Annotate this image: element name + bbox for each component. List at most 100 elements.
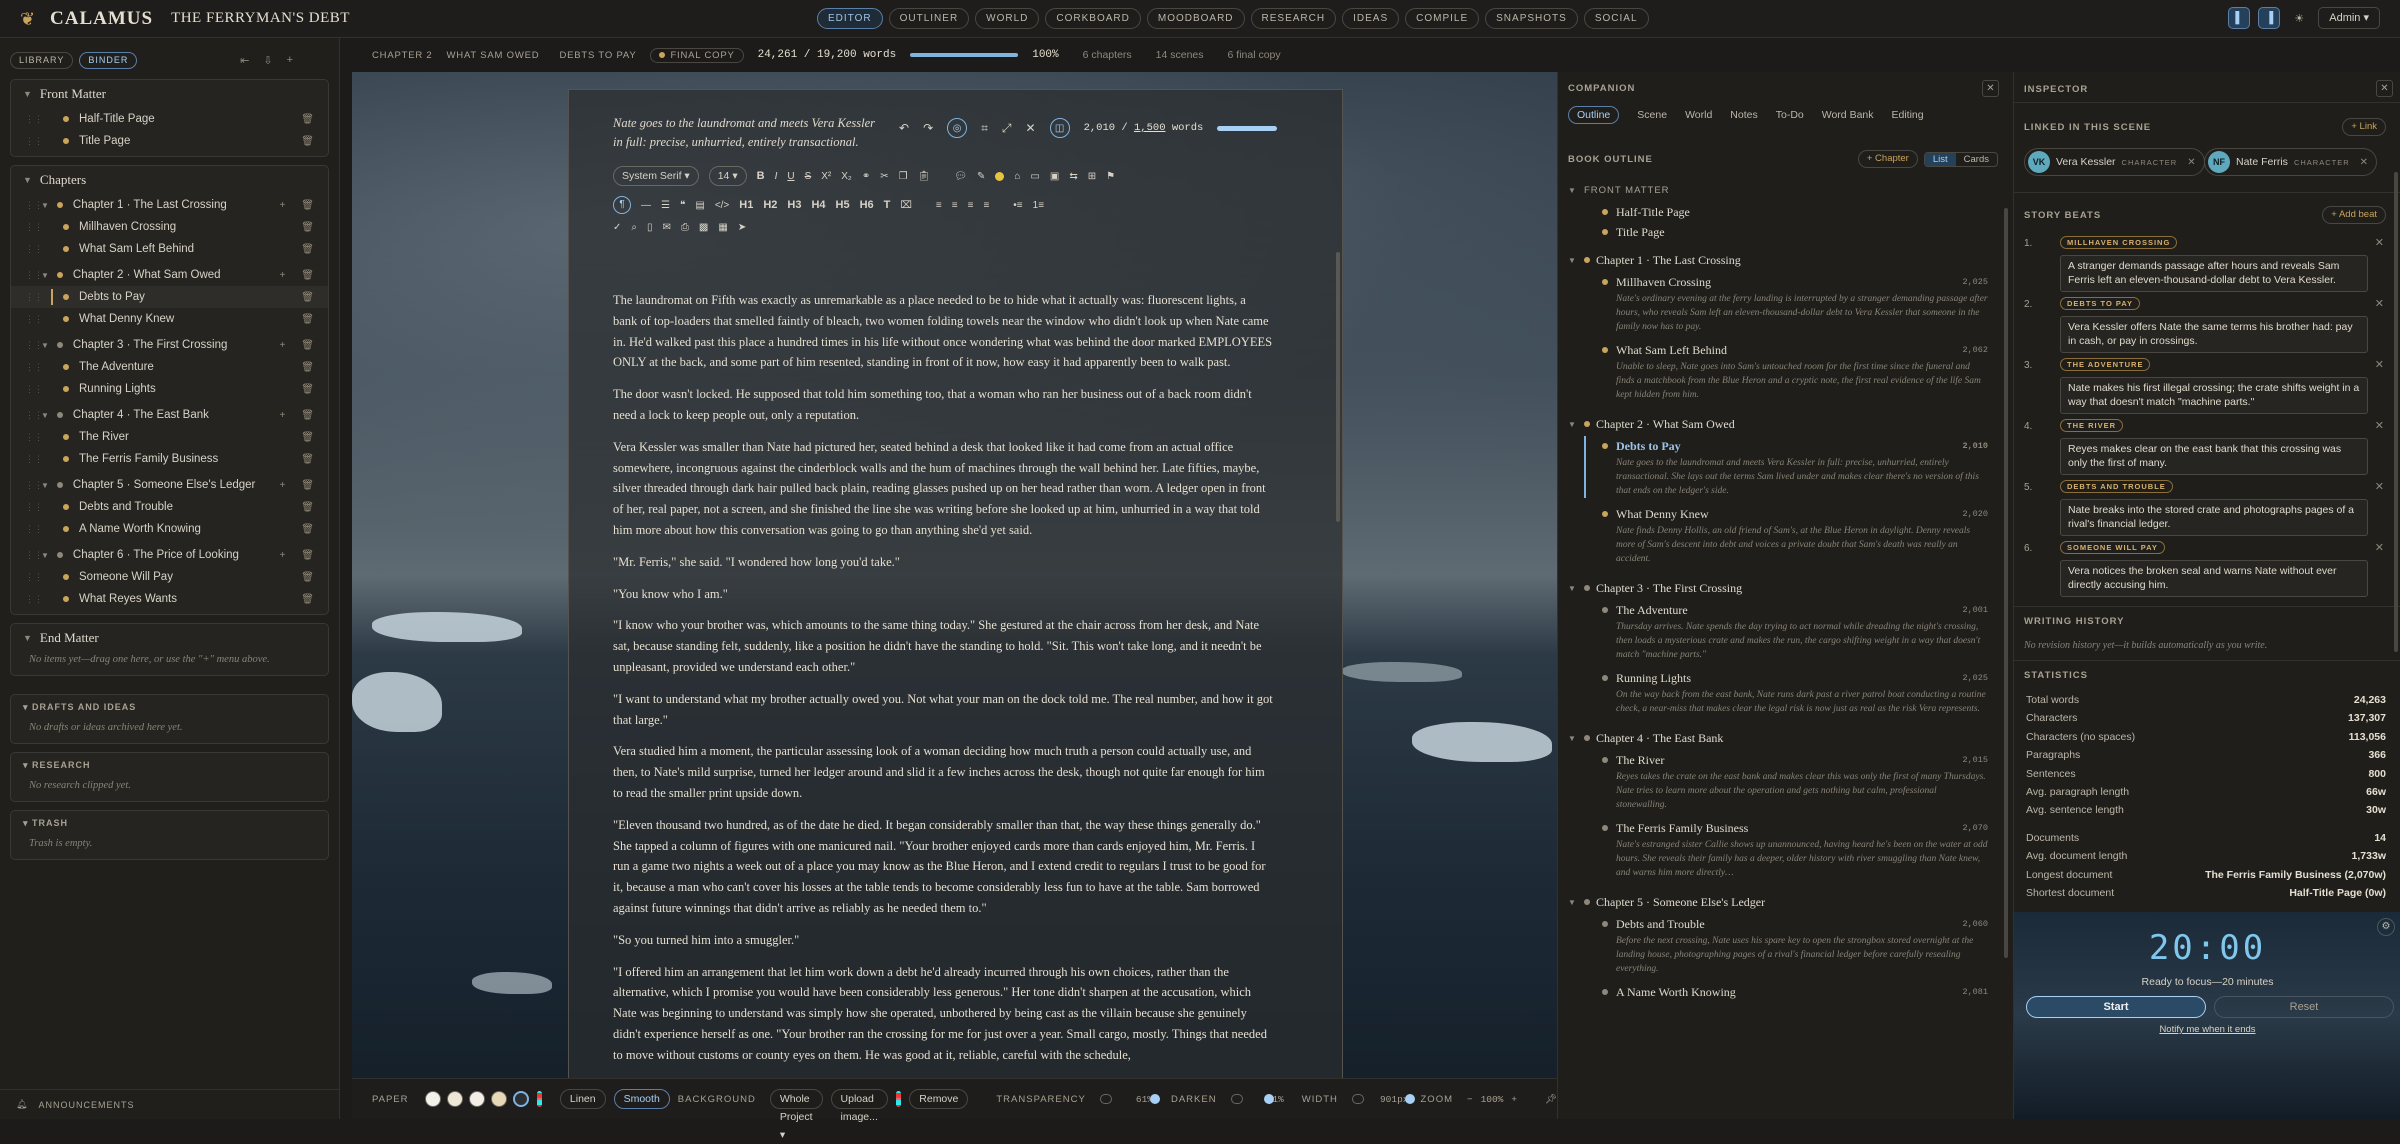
binder-chapter[interactable]: ⋮⋮ ▼ Chapter 2 · What Sam Owed + 🗑︎ bbox=[11, 264, 328, 286]
copy-icon[interactable]: ❐ bbox=[899, 171, 908, 182]
custom-color-icon[interactable] bbox=[536, 1091, 542, 1107]
binder-item[interactable]: ⋮⋮ The River 🗑︎ bbox=[11, 426, 328, 448]
timer-reset-button[interactable]: Reset bbox=[2214, 996, 2394, 1018]
manuscript-paragraph[interactable]: "You know who I am." bbox=[613, 584, 1273, 605]
beat-text-input[interactable]: Nate breaks into the stored crate and ph… bbox=[2060, 499, 2368, 536]
font-size-select[interactable]: 14 ▾ bbox=[708, 166, 747, 186]
insert-frame-icon[interactable]: ▣ bbox=[1050, 171, 1059, 182]
nav-tab-snapshots[interactable]: SNAPSHOTS bbox=[1485, 8, 1578, 29]
calendar-icon[interactable]: ▦ bbox=[718, 222, 727, 233]
beat-scene-tag[interactable]: DEBTS AND TROUBLE bbox=[2060, 480, 2173, 493]
binder-item[interactable]: ⋮⋮ Title Page 🗑︎ bbox=[11, 130, 328, 152]
binder-chapter[interactable]: ⋮⋮ ▼ Chapter 5 · Someone Else's Ledger + 🗑︎ bbox=[11, 474, 328, 496]
theme-sun-icon[interactable]: ☀ bbox=[2288, 7, 2310, 29]
focus-mode-icon[interactable]: ◎ bbox=[947, 118, 968, 138]
trash-icon[interactable]: 🗑︎ bbox=[301, 384, 314, 395]
fullscreen-icon[interactable]: ⤢ bbox=[1002, 121, 1012, 136]
companion-tab-outline[interactable]: Outline bbox=[1568, 106, 1620, 124]
trash-icon[interactable]: 🗑︎ bbox=[301, 572, 314, 583]
background-scope-select[interactable]: Whole Project ▾ bbox=[769, 1089, 823, 1141]
outline-item[interactable]: Half-Title Page bbox=[1568, 202, 1998, 222]
chevron-down-icon[interactable]: ▼ bbox=[1568, 584, 1578, 593]
book-icon[interactable]: ▭ bbox=[1030, 171, 1039, 182]
timer-start-button[interactable]: Start bbox=[2026, 996, 2206, 1018]
close-inspector-icon[interactable]: ✕ bbox=[2376, 80, 2393, 97]
trash-icon[interactable]: 🗑︎ bbox=[301, 480, 314, 491]
chevron-down-icon[interactable]: ▼ bbox=[23, 89, 32, 99]
highlight-color-icon[interactable] bbox=[995, 171, 1005, 181]
link-icon[interactable]: ⚭ bbox=[862, 171, 870, 182]
binder-item[interactable]: ⋮⋮ What Sam Left Behind 🗑︎ bbox=[11, 238, 328, 260]
outline-scene[interactable]: What Denny Knew 2,020 Nate finds Denny Hol… bbox=[1568, 504, 1998, 566]
transparency-slider[interactable] bbox=[1099, 1094, 1160, 1104]
bold-icon[interactable]: B bbox=[757, 170, 765, 182]
outline-chapter[interactable]: ▼ Chapter 2 · What Sam Owed bbox=[1568, 412, 1998, 436]
heading-2-icon[interactable]: H2 bbox=[763, 199, 777, 211]
text-style-icon[interactable]: T bbox=[884, 199, 891, 211]
trash-icon[interactable]: 🗑︎ bbox=[301, 340, 314, 351]
binder-item[interactable]: ⋮⋮ Debts to Pay 🗑︎ bbox=[11, 286, 328, 308]
code-icon[interactable]: </> bbox=[715, 200, 729, 211]
manuscript-paragraph[interactable]: "Mr. Ferris," she said. "I wondered how … bbox=[613, 552, 1273, 573]
drag-handle-icon[interactable]: ⋮⋮ bbox=[25, 362, 43, 373]
binder-chapter[interactable]: ⋮⋮ ▼ Chapter 4 · The East Bank + 🗑︎ bbox=[11, 404, 328, 426]
split-view-icon[interactable]: ◫ bbox=[1049, 118, 1070, 138]
outline-scene[interactable]: The Adventure 2,001 Thursday arrives. Nate… bbox=[1568, 600, 1998, 662]
admin-menu-button[interactable]: Admin ▾ bbox=[2318, 7, 2380, 29]
zoom-out-icon[interactable]: − bbox=[1467, 1094, 1473, 1105]
trash-icon[interactable]: 🗑︎ bbox=[301, 270, 314, 281]
trash-icon[interactable]: 🗑︎ bbox=[301, 292, 314, 303]
chevron-down-icon[interactable]: ▼ bbox=[1568, 898, 1578, 907]
underline-icon[interactable]: U bbox=[787, 171, 794, 182]
document-icon[interactable]: ▯ bbox=[647, 222, 653, 233]
nav-tab-corkboard[interactable]: CORKBOARD bbox=[1045, 8, 1141, 29]
quote-icon[interactable]: ❝ bbox=[680, 200, 685, 211]
beat-text-input[interactable]: Reyes makes clear on the east bank that … bbox=[2060, 438, 2368, 475]
binder-item[interactable]: ⋮⋮ Millhaven Crossing 🗑︎ bbox=[11, 216, 328, 238]
binder-item[interactable]: ⋮⋮ The Ferris Family Business 🗑︎ bbox=[11, 448, 328, 470]
undo-icon[interactable]: ↶ bbox=[899, 121, 909, 135]
bookmark-icon[interactable]: ⚑ bbox=[1106, 171, 1115, 182]
nav-tab-compile[interactable]: COMPILE bbox=[1405, 8, 1480, 29]
align-justify-icon[interactable]: ≡ bbox=[983, 200, 989, 211]
close-editor-icon[interactable]: ✕ bbox=[1026, 121, 1036, 135]
remove-link-icon[interactable]: ✕ bbox=[2360, 157, 2368, 168]
find-replace-icon[interactable]: ⌕ bbox=[631, 222, 637, 233]
manuscript-paragraph[interactable]: "I want to understand what my brother ac… bbox=[613, 689, 1273, 731]
drag-handle-icon[interactable]: ⋮⋮ bbox=[25, 136, 43, 147]
drag-handle-icon[interactable]: ⋮⋮ bbox=[25, 270, 43, 281]
drag-handle-icon[interactable]: ⋮⋮ bbox=[25, 200, 43, 211]
drag-handle-icon[interactable]: ⋮⋮ bbox=[25, 410, 43, 421]
zoom-in-icon[interactable]: + bbox=[1511, 1094, 1517, 1105]
manuscript-paragraph[interactable]: "I offered him an arrangement that let h… bbox=[613, 962, 1273, 1066]
bullet-list-icon[interactable]: •≡ bbox=[1013, 200, 1022, 211]
outline-scene[interactable]: Millhaven Crossing 2,025 Nate's ordinary e… bbox=[1568, 272, 1998, 334]
beat-scene-tag[interactable]: THE RIVER bbox=[2060, 419, 2124, 432]
delete-beat-icon[interactable]: ✕ bbox=[2375, 297, 2384, 310]
add-link-button[interactable]: + Link bbox=[2342, 118, 2386, 136]
cut-icon[interactable]: ✂ bbox=[880, 171, 888, 182]
superscript-icon[interactable]: X² bbox=[821, 171, 831, 182]
binder-item[interactable]: ⋮⋮ Debts and Trouble 🗑︎ bbox=[11, 496, 328, 518]
nav-tab-outliner[interactable]: OUTLINER bbox=[888, 8, 970, 29]
trash-icon[interactable]: 🗑︎ bbox=[301, 502, 314, 513]
drag-handle-icon[interactable]: ⋮⋮ bbox=[25, 524, 43, 535]
breadcrumb-scene[interactable]: DEBTS TO PAY bbox=[559, 50, 636, 61]
heading-5-icon[interactable]: H5 bbox=[836, 199, 850, 211]
add-scene-icon[interactable]: + bbox=[279, 340, 285, 351]
binder-item[interactable]: ⋮⋮ Someone Will Pay 🗑︎ bbox=[11, 566, 328, 588]
add-beat-button[interactable]: + Add beat bbox=[2322, 206, 2386, 224]
manuscript-paragraph[interactable]: "So you turned him into a smuggler." bbox=[613, 930, 1273, 951]
binder-chapter[interactable]: ⋮⋮ ▼ Chapter 6 · The Price of Looking + 🗑︎ bbox=[11, 544, 328, 566]
app-logo[interactable]: ❦ CALAMUS THE FERRYMAN'S DEBT bbox=[20, 8, 350, 30]
tint-color-icon[interactable] bbox=[895, 1091, 902, 1107]
heading-6-icon[interactable]: H6 bbox=[860, 199, 874, 211]
beat-scene-tag[interactable]: SOMEONE WILL PAY bbox=[2060, 541, 2165, 554]
scene-target[interactable]: 1,500 bbox=[1134, 122, 1166, 134]
binder-chapter[interactable]: ⋮⋮ ▼ Chapter 3 · The First Crossing + 🗑︎ bbox=[11, 334, 328, 356]
paste-icon[interactable]: 📋︎ bbox=[918, 171, 931, 182]
collapse-all-icon[interactable]: ⇤ bbox=[240, 54, 249, 67]
manuscript-paragraph[interactable]: The door wasn't locked. He supposed that… bbox=[613, 384, 1273, 426]
breadcrumb-chapter[interactable]: CHAPTER 2 bbox=[372, 50, 433, 61]
chevron-down-icon[interactable]: ▾ bbox=[23, 702, 29, 712]
